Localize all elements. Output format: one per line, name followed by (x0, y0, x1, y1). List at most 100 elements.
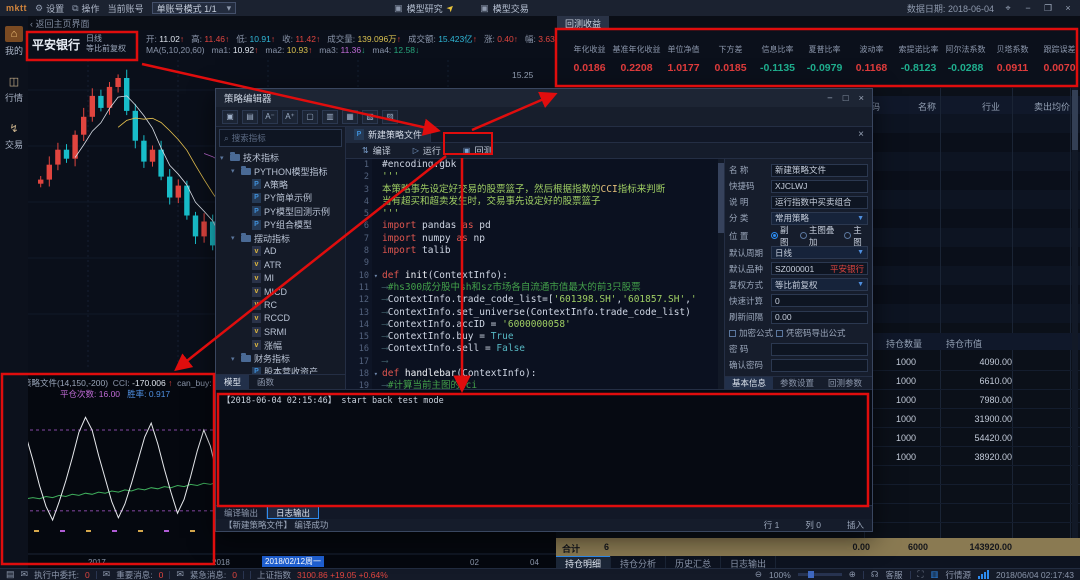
feed-label[interactable]: 行情源 (945, 569, 971, 580)
password-input[interactable] (771, 342, 868, 356)
editor-maximize-button[interactable]: □ (843, 93, 849, 104)
edit-icon: ⧉ (72, 2, 79, 13)
open-file-icon[interactable]: ▥ (322, 109, 338, 124)
output-console[interactable]: 【2018-06-04 02:15:46】 start back test mo… (216, 389, 872, 505)
indicator-sidebar: ⌕ 搜索指标 ▾ 技术指标 ▾ PYTHON模型指标 P A策略 P PY简单示例 P PY模型回… (216, 127, 346, 389)
close-button[interactable]: × (1062, 3, 1074, 13)
props-tab-基本信息[interactable]: 基本信息 (725, 376, 774, 390)
editor-left-tab-函数[interactable]: 函数 (249, 375, 282, 389)
command-回测[interactable]: ▣ 回测 (463, 144, 493, 157)
code-scrollbar[interactable] (718, 159, 724, 389)
metric-阿尔法系数: 阿尔法系数 -0.0288 (945, 45, 986, 74)
tree-item-RC[interactable]: v RC (216, 298, 345, 311)
formula-file-icon: v (252, 246, 261, 257)
command-编译[interactable]: ⇅ 编译 (362, 144, 391, 157)
hotkey-input[interactable]: XJCLWJ (771, 179, 868, 193)
service-link[interactable]: 客服 (885, 569, 902, 580)
code-editor[interactable]: 1 #encoding:gbk 2 ''' 3 本策略事先设定好交易的股票篮子，然后根据指… (346, 159, 718, 389)
encrypt-checkbox[interactable] (729, 329, 736, 337)
tree-item-股本营收资产[interactable]: P 股本营收资产 (216, 365, 345, 374)
index-label[interactable]: 上证指数 (257, 569, 291, 580)
status-item[interactable]: 执行中委托: (34, 569, 79, 580)
editor-close-button[interactable]: × (858, 93, 864, 104)
tree-item-PY组合模型[interactable]: P PY组合模型 (216, 218, 345, 231)
tree-item-财务指标[interactable]: ▾ 财务指标 (216, 352, 345, 365)
maximize-button[interactable]: ❐ (1042, 3, 1054, 14)
zoom-in-icon[interactable]: ⊕ (849, 569, 856, 580)
code-line: 18 ▾ def handlebar(ContextInfo): (346, 368, 718, 381)
tree-item-RCCD[interactable]: v RCCD (216, 312, 345, 325)
chevron-down-icon: ▼ (857, 214, 864, 222)
metric-信息比率: 信息比率 -0.1135 (759, 45, 796, 74)
editor-left-tab-模型[interactable]: 模型 (216, 375, 250, 389)
tree-item-MI[interactable]: v MI (216, 272, 345, 285)
search-icon: ⌕ (224, 132, 229, 143)
tree-item-MICD[interactable]: v MICD (216, 285, 345, 298)
props-tab-回测参数[interactable]: 回测参数 (821, 377, 869, 390)
tree-item-摆动指标[interactable]: ▾ 摆动指标 (216, 231, 345, 244)
folder-icon (241, 165, 251, 175)
tree-item-A策略[interactable]: P A策略 (216, 178, 345, 191)
zoom-out-icon[interactable]: ⊖ (755, 569, 762, 580)
sidebar-item-1[interactable]: ⌂ 我的 (4, 26, 23, 57)
tree-item-PY模型回测示例[interactable]: P PY模型回测示例 (216, 205, 345, 218)
description-input[interactable]: 运行指数中买卖组合 (771, 195, 868, 209)
tab-close-icon[interactable]: × (850, 129, 872, 140)
tab-model-research[interactable]: ▣ 模型研究 ➤ (394, 1, 456, 15)
quick-calc-input[interactable]: 0 (771, 294, 868, 308)
sidebar-item-3[interactable]: ↯ 交易 (5, 120, 23, 151)
tree-item-ATR[interactable]: v ATR (216, 258, 345, 271)
folder-icon (230, 152, 240, 162)
tree-item-PYTHON模型指标[interactable]: ▾ PYTHON模型指标 (216, 164, 345, 177)
font-increase-icon[interactable]: A⁺ (282, 109, 298, 124)
headset-icon: ☊ (870, 569, 879, 579)
font-decrease-icon[interactable]: A⁻ (262, 109, 278, 124)
tree-item-PY简单示例[interactable]: P PY简单示例 (216, 191, 345, 204)
status-item[interactable]: 紧急消息: (190, 569, 226, 580)
period-select[interactable]: 日线 ▼ (771, 246, 868, 260)
settings-button[interactable]: ⚙ 设置 (35, 2, 64, 15)
print-icon[interactable]: ▨ (382, 109, 398, 124)
minimize-button[interactable]: − (1022, 3, 1034, 13)
tab-backtest-returns[interactable]: 回测收益 (557, 16, 610, 31)
operate-button[interactable]: ⧉ 操作 (72, 2, 99, 15)
output-tab-编译输出[interactable]: 编译输出 (216, 506, 268, 519)
alert-icon: ✉ (176, 569, 184, 579)
confirm-password-input[interactable] (771, 358, 868, 372)
export-icon[interactable]: ▧ (362, 109, 378, 124)
indicator-search-input[interactable]: ⌕ 搜索指标 (219, 129, 342, 147)
editor-toolbar: ▣ ▤ A⁻ A⁺ ▢ ▥ ▦ ▧ ▨ (216, 107, 872, 127)
editor-titlebar[interactable]: 策略编辑器 − □ × (216, 89, 872, 107)
output-tab-日志输出[interactable]: 日志输出 (267, 506, 320, 519)
tree-item-AD[interactable]: v AD (216, 245, 345, 258)
account-mode-select[interactable]: 单账号模式 1/1 ▾ (151, 2, 237, 14)
zoom-slider[interactable] (797, 571, 842, 578)
strategy-editor-window[interactable]: 策略编辑器 − □ × ▣ ▤ A⁻ A⁺ ▢ ▥ ▦ ▧ ▨ ⌕ 搜索指标 ▾ 技术指标 ▾ PYT… (215, 88, 873, 532)
market-icon: ◫ (8, 75, 20, 88)
file-tab[interactable]: P 新建策略文件 (346, 126, 432, 143)
save-icon[interactable]: ▣ (222, 109, 238, 124)
tab-model-trading[interactable]: ▣ 模型交易 (480, 2, 529, 15)
refresh-interval-input[interactable]: 0.00 (771, 310, 868, 324)
compile-icon: ⇅ (362, 146, 369, 155)
props-tab-参数设置[interactable]: 参数设置 (773, 377, 821, 390)
strategy-name-input[interactable]: 新建策略文件 (771, 163, 868, 177)
symbol-input[interactable]: SZ000001 平安银行 (771, 262, 868, 276)
new-file-icon[interactable]: ▢ (302, 109, 318, 124)
adjust-select[interactable]: 等比前复权 ▼ (771, 278, 868, 292)
tree-item-涨幅[interactable]: v 涨幅 (216, 338, 345, 351)
sidebar-item-2[interactable]: ◫ 行情 (5, 73, 23, 104)
monitor-icon[interactable]: ⛶ (918, 569, 924, 580)
command-运行[interactable]: ▷ 运行 (413, 144, 441, 157)
table-scrollbar[interactable] (1072, 88, 1078, 538)
stock-period: 日线 (86, 34, 103, 43)
pin-icon[interactable]: ⌖ (1002, 3, 1014, 14)
breadcrumb[interactable]: ‹ 返回主页界面 (30, 17, 90, 30)
tree-item-技术指标[interactable]: ▾ 技术指标 (216, 151, 345, 164)
status-item[interactable]: 重要消息: (116, 569, 152, 580)
tree-item-SRMI[interactable]: v SRMI (216, 325, 345, 338)
password-export-checkbox[interactable] (776, 329, 784, 337)
import-icon[interactable]: ▦ (342, 109, 358, 124)
save-all-icon[interactable]: ▤ (242, 109, 258, 124)
editor-minimize-button[interactable]: − (827, 93, 833, 104)
